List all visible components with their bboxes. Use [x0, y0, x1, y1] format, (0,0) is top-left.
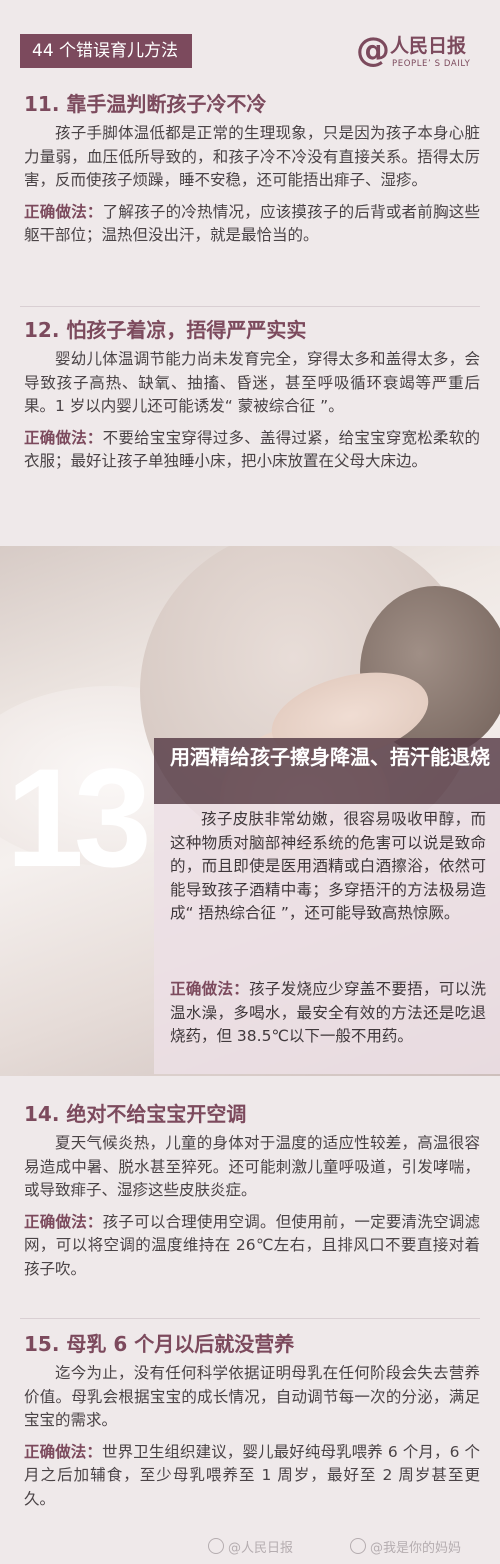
correct-method: 正确做法：了解孩子的冷热情况，应该摸孩子的后背或者前胸这些躯干部位；温热但没出汗…	[24, 201, 480, 248]
footer-watermarks: @人民日报 @我是你的妈妈	[0, 1536, 500, 1560]
weibo-icon	[208, 1538, 224, 1554]
correct-method: 正确做法：孩子可以合理使用空调。但使用前，一定要清洗空调滤网，可以将空调的温度维…	[24, 1211, 480, 1282]
at-icon: @	[356, 30, 390, 70]
section-13-correct: 正确做法：孩子发烧应少穿盖不要捂，可以洗温水澡，多喝水，最安全有效的方法还是吃退…	[170, 978, 486, 1049]
section-title: 14. 绝对不给宝宝开空调	[24, 1102, 247, 1126]
correct-label: 正确做法：	[24, 1442, 103, 1461]
section-11: 11. 靠手温判断孩子冷不冷 孩子手脚体温低都是正常的生理现象，只是因为孩子本身…	[24, 90, 480, 248]
section-14: 14. 绝对不给宝宝开空调 夏天气候炎热，儿童的身体对于温度的适应性较差，高温很…	[24, 1100, 480, 1281]
divider	[20, 1318, 480, 1319]
section-title: 11. 靠手温判断孩子冷不冷	[24, 92, 267, 116]
header-title-tab: 44 个错误育儿方法	[20, 34, 193, 68]
correct-label: 正确做法：	[24, 1212, 103, 1231]
correct-label: 正确做法：	[24, 428, 103, 447]
logo-name: 人民日报	[390, 35, 467, 57]
section-13-body: 孩子皮肤非常幼嫩，很容易吸收甲醇，而这种物质对脑部神经系统的危害可以说是致命的，…	[170, 810, 486, 922]
header: 44 个错误育儿方法 @ 人民日报 PEOPLE’ S DAILY	[0, 0, 500, 84]
section-body: 迄今为止，没有任何科学依据证明母乳在任何阶段会失去营养价值。母乳会根据宝宝的成长…	[24, 1364, 480, 1429]
section-13-title: 用酒精给孩子擦身降温、捂汗能退烧	[170, 745, 490, 769]
correct-method: 正确做法：不要给宝宝穿得过多、盖得过紧，给宝宝穿宽松柔软的衣服；最好让孩子单独睡…	[24, 427, 480, 474]
logo-english-name: PEOPLE’ S DAILY	[392, 59, 471, 69]
section-number-13: 13	[6, 739, 152, 896]
section-body: 婴幼儿体温调节能力尚未发育完全，穿得太多和盖得太多，会导致孩子高热、缺氧、抽搐、…	[24, 350, 480, 415]
watermark-people-daily: @人民日报	[208, 1538, 293, 1559]
section-15: 15. 母乳 6 个月以后就没营养 迄今为止，没有任何科学依据证明母乳在任何阶段…	[24, 1330, 480, 1511]
watermark-account: @我是你的妈妈	[350, 1538, 461, 1559]
section-title: 12. 怕孩子着凉，捂得严严实实	[24, 318, 307, 342]
section-12: 12. 怕孩子着凉，捂得严严实实 婴幼儿体温调节能力尚未发育完全，穿得太多和盖得…	[24, 316, 480, 474]
correct-method: 正确做法：世界卫生组织建议，婴儿最好纯母乳喂养 6 个月，6 个月之后加辅食，至…	[24, 1441, 480, 1512]
correct-label: 正确做法：	[24, 202, 103, 221]
section-title: 15. 母乳 6 个月以后就没营养	[24, 1332, 295, 1356]
divider	[20, 306, 480, 307]
correct-label: 正确做法：	[170, 980, 250, 998]
section-body: 夏天气候炎热，儿童的身体对于温度的适应性较差，高温很容易造成中暑、脱水甚至猝死。…	[24, 1134, 480, 1199]
weibo-icon	[350, 1538, 366, 1554]
section-body: 孩子手脚体温低都是正常的生理现象，只是因为孩子本身心脏力量弱，血压低所导致的，和…	[24, 124, 480, 189]
people-daily-logo: @ 人民日报 PEOPLE’ S DAILY	[356, 30, 486, 74]
